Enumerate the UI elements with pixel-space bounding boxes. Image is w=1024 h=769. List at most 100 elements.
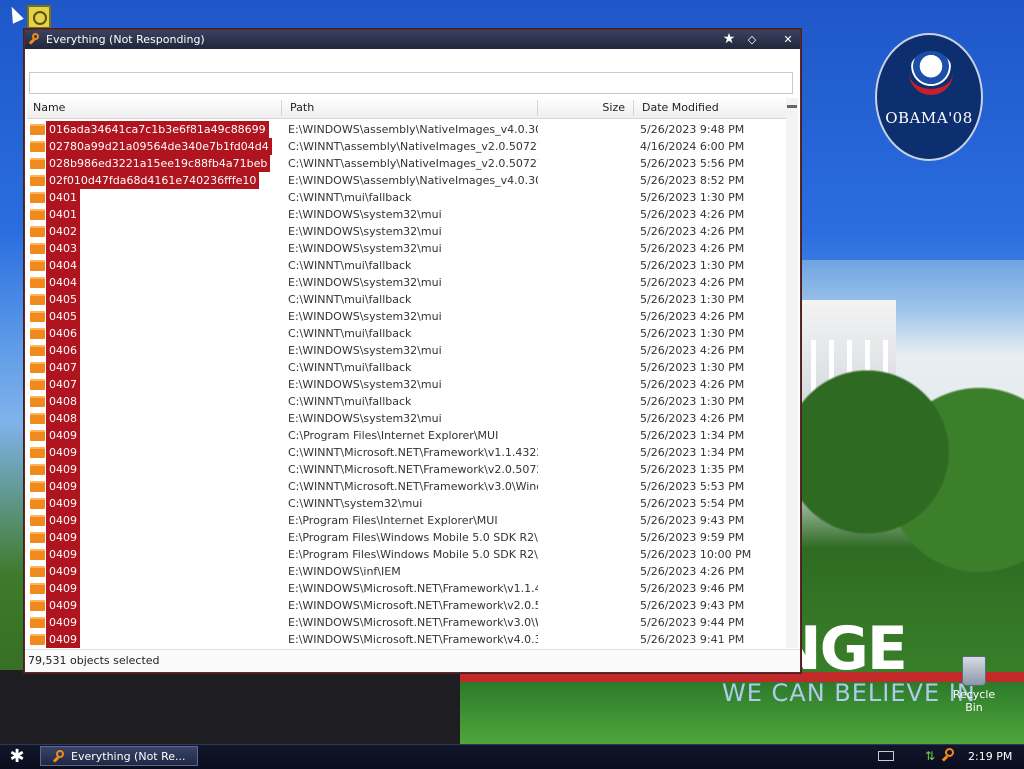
table-row[interactable]: 0407 C:\WINNT\mui\fallback 5/26/2023 1:30 … bbox=[27, 359, 786, 376]
table-row[interactable]: 0407 E:\WINDOWS\system32\mui 5/26/2023 4:2… bbox=[27, 376, 786, 393]
table-row[interactable]: 0409 E:\Program Files\Windows Mobile 5.0 … bbox=[27, 529, 786, 546]
folder-icon bbox=[30, 260, 45, 271]
row-path: C:\WINNT\mui\fallback bbox=[288, 293, 412, 306]
recycle-bin[interactable]: Recycle Bin bbox=[944, 656, 1004, 714]
taskbar-button-everything[interactable]: Everything (Not Re... bbox=[40, 746, 198, 766]
table-row[interactable]: 0409 E:\Program Files\Internet Explorer\M… bbox=[27, 512, 786, 529]
table-row[interactable]: 0408 C:\WINNT\mui\fallback 5/26/2023 1:30 … bbox=[27, 393, 786, 410]
folder-icon bbox=[30, 464, 45, 475]
table-row[interactable]: 0409 E:\Program Files\Windows Mobile 5.0 … bbox=[27, 546, 786, 563]
table-row[interactable]: 0406 E:\WINDOWS\system32\mui 5/26/2023 4:2… bbox=[27, 342, 786, 359]
row-date: 5/26/2023 1:34 PM bbox=[640, 446, 745, 459]
row-date: 5/26/2023 1:30 PM bbox=[640, 361, 745, 374]
search-input[interactable] bbox=[29, 72, 793, 94]
row-path: C:\WINNT\mui\fallback bbox=[288, 327, 412, 340]
row-name: 0409 bbox=[46, 444, 80, 461]
folder-icon bbox=[30, 600, 45, 611]
search-icon bbox=[28, 33, 41, 45]
poster-subtitle: WE CAN BELIEVE IN bbox=[722, 679, 976, 707]
row-name: 0409 bbox=[46, 546, 80, 563]
table-row[interactable]: 0401 E:\WINDOWS\system32\mui 5/26/2023 4:2… bbox=[27, 206, 786, 223]
search-icon bbox=[52, 750, 65, 763]
window-titlebar[interactable]: Everything (Not Responding) ★ ◇ ✕ bbox=[25, 30, 800, 49]
status-bar: 79,531 objects selected bbox=[25, 649, 800, 672]
desktop-app-icon[interactable] bbox=[27, 5, 51, 29]
table-row[interactable]: 016ada34641ca7c1b3e6f81a49c88699 E:\WINDO… bbox=[27, 121, 786, 138]
row-name: 0407 bbox=[46, 359, 80, 376]
folder-icon bbox=[30, 379, 45, 390]
folder-icon bbox=[30, 481, 45, 492]
table-row[interactable]: 0409 C:\WINNT\Microsoft.NET\Framework\v2.… bbox=[27, 461, 786, 478]
column-name[interactable]: Name bbox=[27, 98, 281, 118]
table-row[interactable]: 0409 E:\WINDOWS\inf\IEM 5/26/2023 4:26 PM bbox=[27, 563, 786, 580]
restore-icon[interactable]: ◇ bbox=[744, 32, 760, 47]
folder-icon bbox=[30, 362, 45, 373]
folder-icon bbox=[30, 158, 45, 169]
table-row[interactable]: 0404 C:\WINNT\mui\fallback 5/26/2023 1:30 … bbox=[27, 257, 786, 274]
table-row[interactable]: 0402 E:\WINDOWS\system32\mui 5/26/2023 4:2… bbox=[27, 223, 786, 240]
start-icon[interactable]: ✱ bbox=[6, 747, 28, 767]
row-path: E:\WINDOWS\inf\IEM bbox=[288, 565, 401, 578]
table-row[interactable]: 0409 E:\WINDOWS\Microsoft.NET\Framework\v… bbox=[27, 580, 786, 597]
row-path: E:\WINDOWS\system32\mui bbox=[288, 225, 442, 238]
table-row[interactable]: 0404 E:\WINDOWS\system32\mui 5/26/2023 4:2… bbox=[27, 274, 786, 291]
row-path: C:\WINNT\mui\fallback bbox=[288, 395, 412, 408]
table-row[interactable]: 02f010d47fda68d4161e740236fffe10 E:\WINDO… bbox=[27, 172, 786, 189]
table-row[interactable]: 0409 E:\WINDOWS\Microsoft.NET\Framework\v… bbox=[27, 597, 786, 614]
row-path: E:\WINDOWS\Microsoft.NET\Framework\v2.0.… bbox=[288, 599, 538, 612]
folder-icon bbox=[30, 617, 45, 628]
folder-icon bbox=[30, 209, 45, 220]
row-name: 0409 bbox=[46, 427, 80, 444]
row-name: 02f010d47fda68d4161e740236fffe10 bbox=[46, 172, 260, 189]
row-path: E:\WINDOWS\system32\mui bbox=[288, 378, 442, 391]
folder-icon bbox=[30, 328, 45, 339]
folder-icon bbox=[30, 447, 45, 458]
keyboard-icon[interactable] bbox=[878, 751, 894, 761]
row-path: E:\WINDOWS\system32\mui bbox=[288, 276, 442, 289]
everything-tray-icon[interactable] bbox=[941, 748, 956, 762]
row-date: 5/26/2023 8:52 PM bbox=[640, 174, 745, 187]
table-row[interactable]: 0409 C:\WINNT\Microsoft.NET\Framework\v3.… bbox=[27, 478, 786, 495]
table-row[interactable]: 0406 C:\WINNT\mui\fallback 5/26/2023 1:30 … bbox=[27, 325, 786, 342]
table-row[interactable]: 02780a99d21a09564de340e7b1fd04d4 C:\WINNT… bbox=[27, 138, 786, 155]
row-path: E:\WINDOWS\assembly\NativeImages_v4.0.30… bbox=[288, 174, 538, 187]
table-row[interactable]: 0409 E:\WINDOWS\Microsoft.NET\Framework\v… bbox=[27, 631, 786, 648]
column-date-modified[interactable]: Date Modified bbox=[636, 98, 786, 118]
network-icon[interactable]: ⇅ bbox=[925, 749, 937, 763]
folder-icon bbox=[30, 243, 45, 254]
table-row[interactable]: 0409 E:\WINDOWS\Microsoft.NET\Framework\v… bbox=[27, 614, 786, 631]
row-path: C:\WINNT\assembly\NativeImages_v2.0.5072… bbox=[288, 157, 538, 170]
row-date: 5/26/2023 4:26 PM bbox=[640, 310, 745, 323]
row-path: E:\WINDOWS\system32\mui bbox=[288, 310, 442, 323]
table-row[interactable]: 0409 C:\WINNT\system32\mui 5/26/2023 5:54 … bbox=[27, 495, 786, 512]
row-name: 0409 bbox=[46, 563, 80, 580]
clock[interactable]: 2:19 PM bbox=[968, 750, 1012, 763]
results-list[interactable]: Name Path Size Date Modified 016ada34641… bbox=[27, 98, 798, 648]
column-size[interactable]: Size bbox=[539, 98, 631, 118]
row-path: C:\WINNT\Microsoft.NET\Framework\v2.0.50… bbox=[288, 463, 538, 476]
table-row[interactable]: 0409 C:\WINNT\Microsoft.NET\Framework\v1.… bbox=[27, 444, 786, 461]
window-title: Everything (Not Responding) bbox=[46, 33, 205, 46]
folder-icon bbox=[30, 549, 45, 560]
row-path: C:\WINNT\mui\fallback bbox=[288, 361, 412, 374]
vertical-scrollbar[interactable] bbox=[786, 98, 798, 648]
table-row[interactable]: 0405 C:\WINNT\mui\fallback 5/26/2023 1:30 … bbox=[27, 291, 786, 308]
folder-icon bbox=[30, 396, 45, 407]
close-icon[interactable]: ✕ bbox=[780, 32, 796, 47]
table-row[interactable]: 0403 E:\WINDOWS\system32\mui 5/26/2023 4:2… bbox=[27, 240, 786, 257]
row-date: 5/26/2023 5:56 PM bbox=[640, 157, 745, 170]
table-row[interactable]: 0409 C:\Program Files\Internet Explorer\M… bbox=[27, 427, 786, 444]
table-row[interactable]: 0401 C:\WINNT\mui\fallback 5/26/2023 1:30 … bbox=[27, 189, 786, 206]
table-row[interactable]: 0405 E:\WINDOWS\system32\mui 5/26/2023 4:2… bbox=[27, 308, 786, 325]
row-date: 5/26/2023 4:26 PM bbox=[640, 242, 745, 255]
folder-icon bbox=[30, 141, 45, 152]
row-date: 5/26/2023 1:30 PM bbox=[640, 395, 745, 408]
column-path[interactable]: Path bbox=[284, 98, 538, 118]
row-path: C:\WINNT\mui\fallback bbox=[288, 191, 412, 204]
table-row[interactable]: 0408 E:\WINDOWS\system32\mui 5/26/2023 4:2… bbox=[27, 410, 786, 427]
row-date: 5/26/2023 9:44 PM bbox=[640, 616, 745, 629]
row-name: 0409 bbox=[46, 597, 80, 614]
row-name: 0409 bbox=[46, 461, 80, 478]
pin-icon[interactable]: ★ bbox=[721, 32, 737, 47]
table-row[interactable]: 028b986ed3221a15ee19c88fb4a71beb C:\WINNT… bbox=[27, 155, 786, 172]
